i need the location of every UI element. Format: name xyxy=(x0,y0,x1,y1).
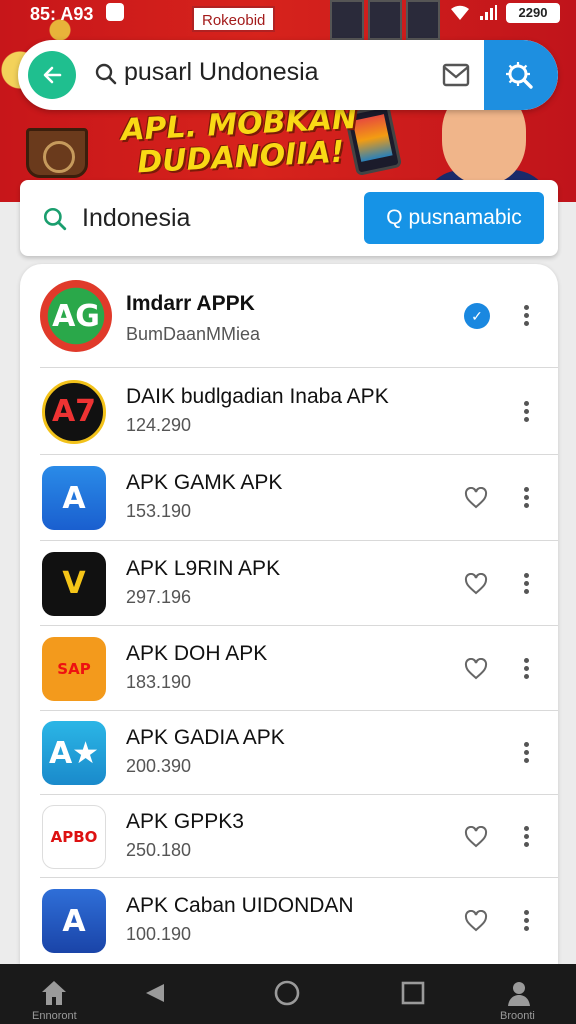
list-item[interactable]: AG Imdarr APPK BumDaanMMiea ✓ xyxy=(20,264,558,368)
secondary-search-button[interactable]: Q pusnamabic xyxy=(364,192,544,244)
more-options-icon[interactable] xyxy=(522,305,530,327)
heart-icon[interactable] xyxy=(464,910,488,932)
app-icon[interactable]: APBO xyxy=(42,804,106,869)
app-icon[interactable]: A xyxy=(42,466,106,530)
app-name: APK Caban UIDONDAN xyxy=(126,894,354,917)
secondary-search-input[interactable]: Indonesia xyxy=(82,204,190,233)
app-name: APK GADIA APK xyxy=(126,726,285,749)
banner-headline: APL. MOBKAN DUDANOIIA! xyxy=(108,101,371,181)
more-options-icon[interactable] xyxy=(522,742,530,764)
search-icon xyxy=(43,207,67,231)
app-name: DAIK budlgadian Inaba APK xyxy=(126,384,389,408)
more-options-icon[interactable] xyxy=(522,487,530,509)
app-meta: 250.180 xyxy=(126,839,192,860)
list-item[interactable]: A★ APK GADIA APK 200.390 xyxy=(20,711,558,795)
wifi-icon xyxy=(451,5,469,20)
top-search-bar[interactable]: pusarl Undonesia xyxy=(18,40,558,110)
app-icon[interactable]: A★ xyxy=(42,721,106,785)
app-icon[interactable]: SAP xyxy=(42,636,106,701)
list-item[interactable]: APBO APK GPPK3 250.180 xyxy=(20,795,558,878)
status-bar: 85: A93 2290 xyxy=(0,0,576,28)
verified-check-icon: ✓ xyxy=(464,303,490,329)
app-meta: 100.190 xyxy=(126,924,192,944)
more-options-icon[interactable] xyxy=(522,400,530,423)
list-item[interactable]: A APK Caban UIDONDAN 100.190 xyxy=(20,878,558,964)
home-icon xyxy=(42,981,66,1005)
nav-home-button[interactable] xyxy=(38,978,78,1008)
app-meta: 297.196 xyxy=(126,586,192,607)
coffee-cup-image xyxy=(26,128,88,178)
app-meta: 153.190 xyxy=(126,501,192,521)
list-item[interactable]: V APK L9RIN APK 297.196 xyxy=(20,541,558,626)
search-submit-button[interactable] xyxy=(484,40,558,110)
circle-home-icon xyxy=(274,980,300,1006)
app-name: Imdarr APPK xyxy=(126,292,255,315)
status-time: 85: A93 xyxy=(30,4,94,24)
signal-icon xyxy=(480,5,497,20)
nav-home-circle-button[interactable] xyxy=(272,978,312,1008)
heart-icon[interactable] xyxy=(464,572,488,595)
nav-profile-label: Broonti xyxy=(500,1010,535,1022)
app-icon[interactable]: A xyxy=(42,889,106,953)
back-button[interactable] xyxy=(28,51,76,99)
search-input[interactable]: pusarl Undonesia xyxy=(124,58,319,87)
app-name: APK GPPK3 xyxy=(126,809,244,833)
heart-icon[interactable] xyxy=(464,487,488,509)
more-options-icon[interactable] xyxy=(522,657,530,680)
nav-recents-button[interactable] xyxy=(398,978,438,1008)
app-name: APK L9RIN APK xyxy=(126,556,281,580)
battery-icon: 2290 xyxy=(506,3,560,23)
more-options-icon[interactable] xyxy=(522,825,530,848)
app-icon[interactable]: V xyxy=(42,551,106,616)
app-name: APK DOH APK xyxy=(126,641,268,665)
app-meta: 183.190 xyxy=(126,671,192,692)
arrow-left-icon xyxy=(43,66,62,84)
nav-home-label: Ennoront xyxy=(32,1010,77,1022)
more-options-icon[interactable] xyxy=(522,910,530,932)
bottom-nav-bar: Ennoront Broonti xyxy=(0,964,576,1024)
app-name: APK GAMK APK xyxy=(126,471,283,494)
search-icon xyxy=(95,63,117,85)
list-item[interactable]: SAP APK DOH APK 183.190 xyxy=(20,626,558,711)
heart-icon[interactable] xyxy=(464,657,488,680)
square-recents-icon xyxy=(401,981,425,1005)
search-settings-icon xyxy=(506,62,533,89)
list-item[interactable]: A APK GAMK APK 153.190 xyxy=(20,455,558,541)
triangle-back-icon xyxy=(146,984,164,1002)
mail-icon[interactable] xyxy=(442,62,470,88)
list-item[interactable]: A7 DAIK budlgadian Inaba APK 124.290 xyxy=(20,368,558,455)
app-icon[interactable]: AG xyxy=(40,280,112,352)
heart-icon[interactable] xyxy=(464,825,488,848)
person-icon xyxy=(508,982,530,1006)
app-meta: 200.390 xyxy=(126,756,192,776)
notification-icon xyxy=(106,3,124,21)
secondary-search-box[interactable]: Indonesia Q pusnamabic xyxy=(20,180,558,256)
app-meta: BumDaanMMiea xyxy=(126,324,261,344)
app-list: AG Imdarr APPK BumDaanMMiea ✓ A7 DAIK budlgad… xyxy=(20,264,558,964)
app-icon[interactable]: A7 xyxy=(42,379,106,444)
more-options-icon[interactable] xyxy=(522,572,530,595)
nav-back-button[interactable] xyxy=(140,978,180,1008)
nav-profile-button[interactable] xyxy=(504,978,544,1008)
app-meta: 124.290 xyxy=(126,414,192,435)
